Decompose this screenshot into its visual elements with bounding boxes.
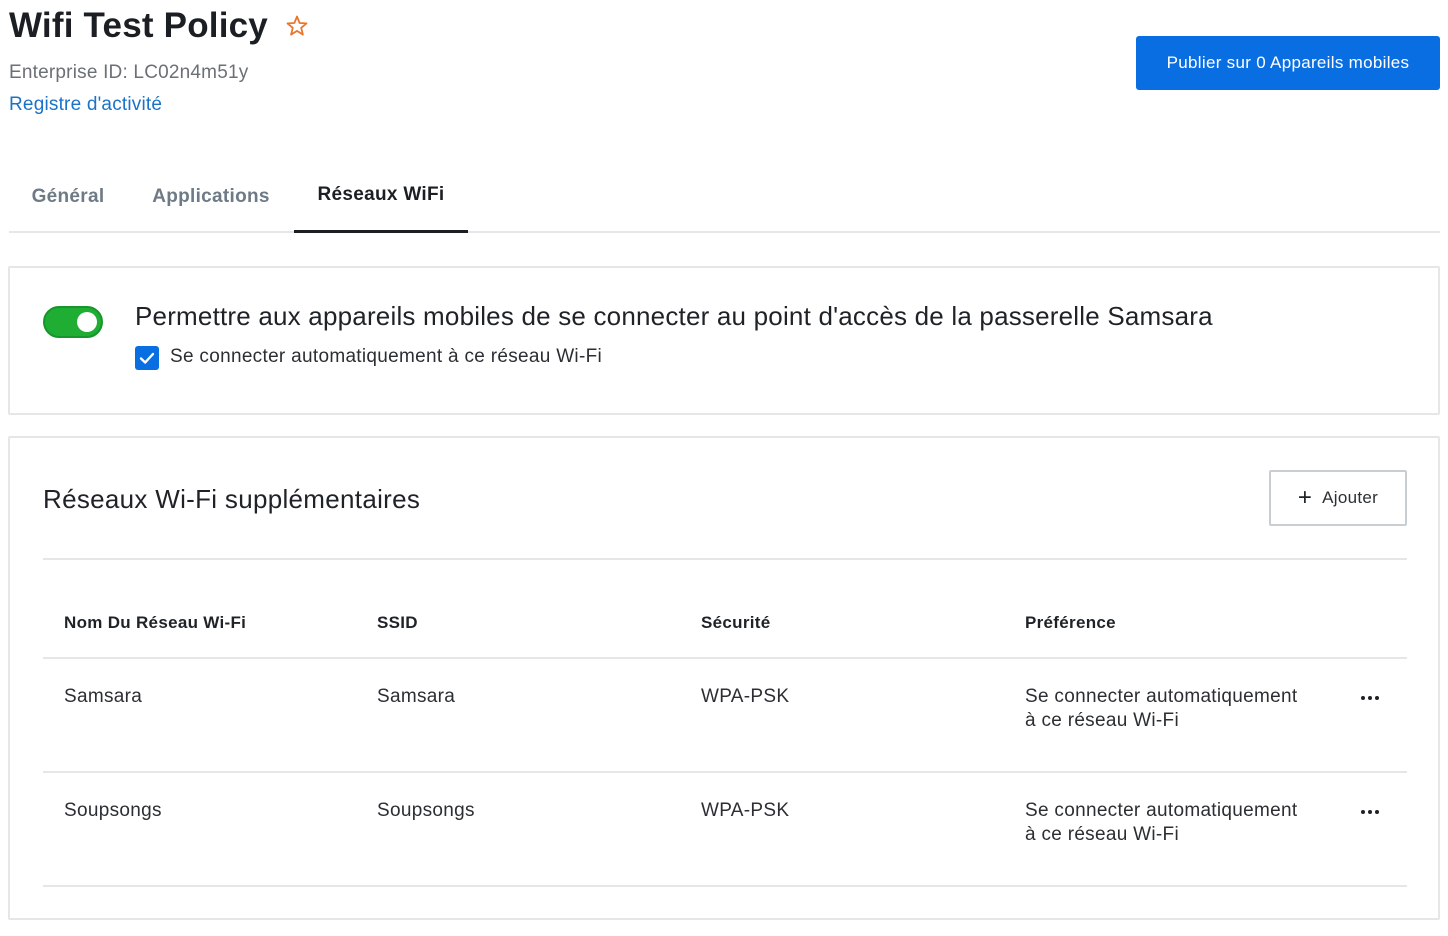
cell-security: WPA-PSK [701, 800, 790, 821]
cell-name: Soupsongs [64, 800, 162, 821]
preference-line: à ce réseau Wi-Fi [1025, 824, 1179, 845]
column-header-ssid: SSID [377, 613, 418, 632]
checkmark-icon [139, 352, 155, 364]
column-header-name: Nom Du Réseau Wi-Fi [64, 613, 247, 632]
preference-line: à ce réseau Wi-Fi [1025, 710, 1179, 731]
tab-applications[interactable]: Applications [127, 160, 295, 233]
auto-connect-checkbox[interactable] [135, 346, 159, 370]
divider [43, 558, 1407, 560]
add-button-label: Ajouter [1322, 488, 1379, 507]
cell-name: Samsara [64, 686, 143, 707]
table-row: Samsara Samsara WPA-PSK Se connecter aut… [43, 659, 1407, 773]
preference-line: Se connecter automatiquement [1025, 686, 1298, 707]
hotspot-label: Permettre aux appareils mobiles de se co… [135, 301, 1213, 331]
more-options-icon[interactable] [1361, 693, 1385, 703]
hotspot-card: Permettre aux appareils mobiles de se co… [8, 266, 1440, 415]
additional-networks-card: Réseaux Wi-Fi supplémentaires + Ajouter … [8, 436, 1440, 920]
more-options-icon[interactable] [1361, 807, 1385, 817]
page-title: Wifi Test Policy [9, 6, 268, 45]
tab-general[interactable]: Général [9, 160, 127, 233]
toggle-knob [77, 312, 97, 332]
divider [43, 885, 1407, 887]
tab-bar: Général Applications Réseaux WiFi [9, 160, 1440, 233]
cell-preference: Se connecter automatiquement à ce réseau… [1025, 685, 1297, 733]
auto-connect-label: Se connecter automatiquement à ce réseau… [170, 346, 603, 367]
cell-preference: Se connecter automatiquement à ce réseau… [1025, 799, 1297, 847]
cell-ssid: Samsara [377, 686, 456, 707]
section-title: Réseaux Wi-Fi supplémentaires [43, 484, 421, 514]
publish-button[interactable]: Publier sur 0 Appareils mobiles [1136, 36, 1440, 90]
plus-icon: + [1297, 484, 1313, 511]
activity-log-link[interactable]: Registre d'activité [9, 94, 162, 116]
star-icon[interactable] [285, 14, 309, 38]
hotspot-toggle[interactable] [43, 306, 103, 338]
cell-security: WPA-PSK [701, 686, 790, 707]
tab-wifi-networks[interactable]: Réseaux WiFi [294, 160, 468, 233]
cell-ssid: Soupsongs [377, 800, 475, 821]
table-row: Soupsongs Soupsongs WPA-PSK Se connecter… [43, 773, 1407, 887]
enterprise-id: Enterprise ID: LC02n4m51y [9, 62, 249, 83]
preference-line: Se connecter automatiquement [1025, 800, 1298, 821]
add-network-button[interactable]: + Ajouter [1269, 470, 1407, 526]
column-header-preference: Préférence [1025, 613, 1116, 632]
column-header-security: Sécurité [701, 613, 771, 632]
